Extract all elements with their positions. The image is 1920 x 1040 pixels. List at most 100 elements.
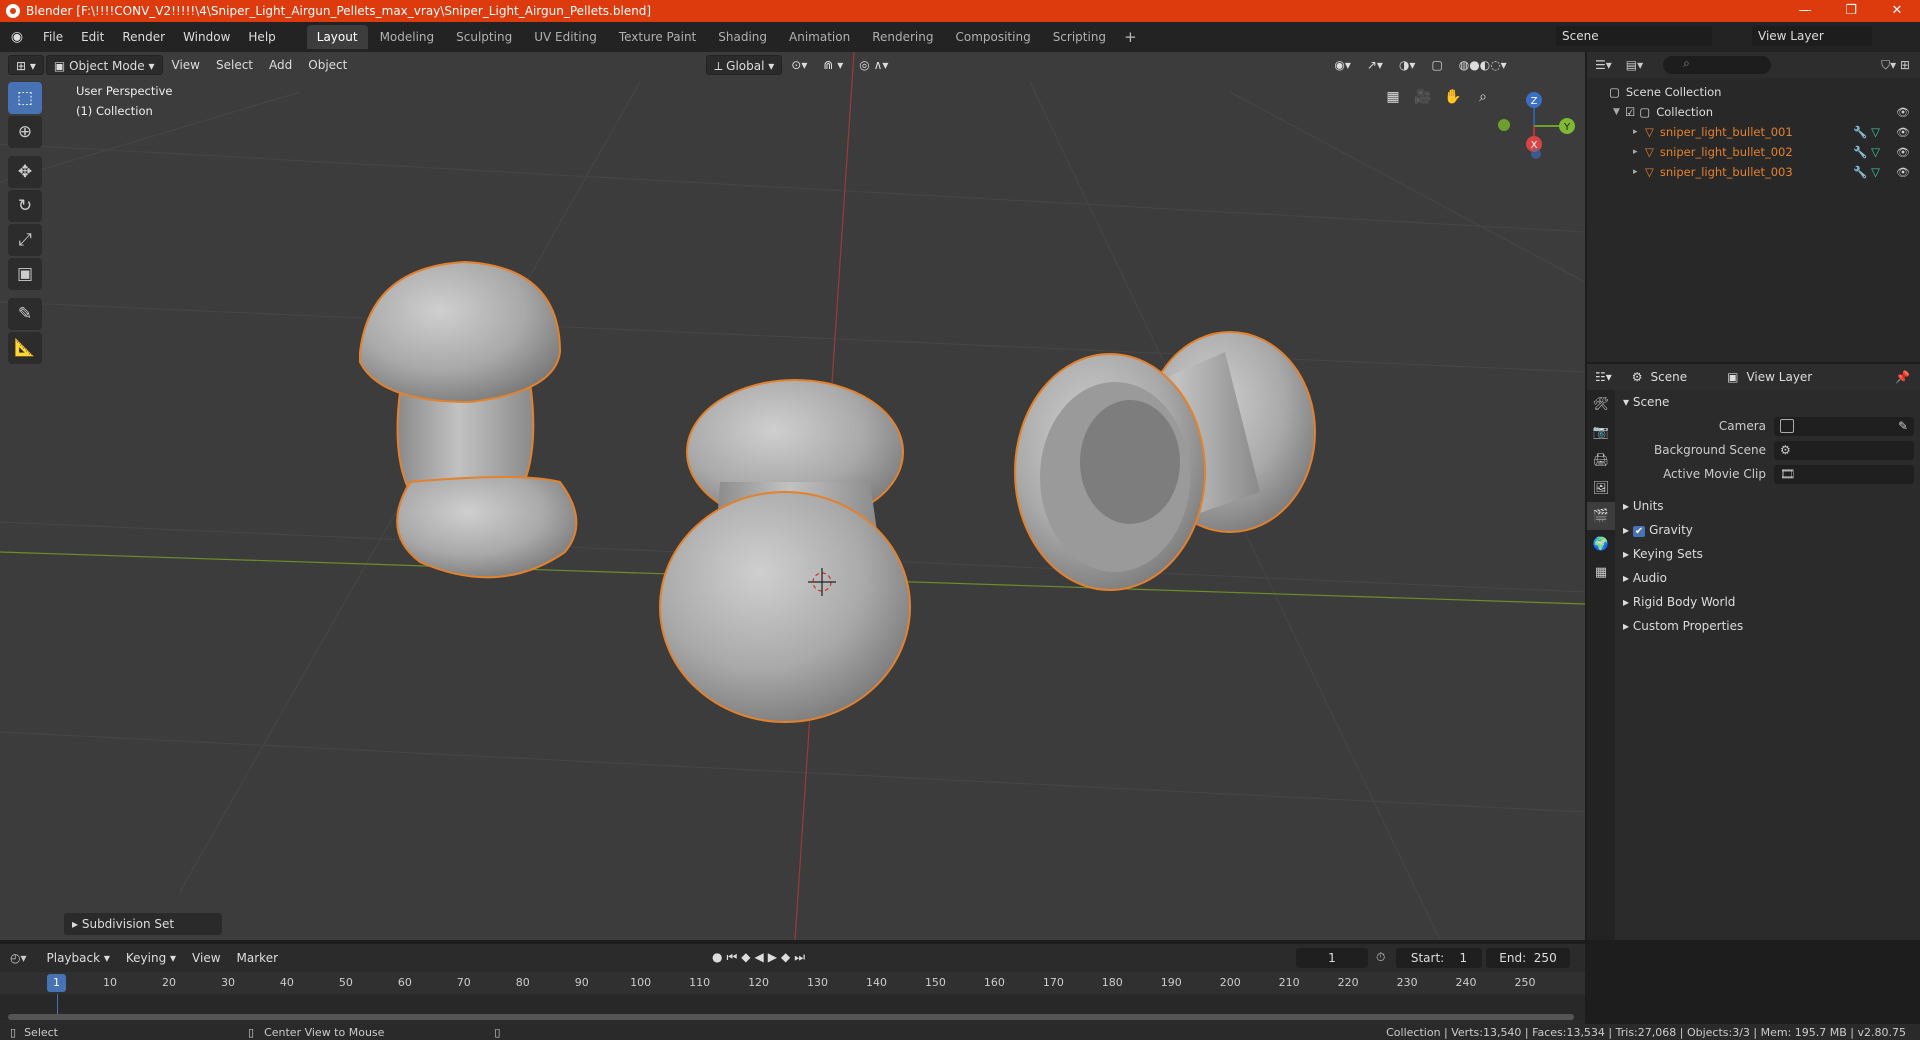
clock-icon[interactable]: ⏱ (1376, 950, 1385, 965)
menu-marker[interactable]: Marker (229, 951, 286, 965)
modifier-wrench-icon[interactable]: 🔧 ▽ (1853, 125, 1880, 139)
tab-scripting[interactable]: Scripting (1043, 25, 1116, 49)
tab-rendering[interactable]: Rendering (862, 25, 943, 49)
tab-layout[interactable]: Layout (306, 25, 368, 49)
menu-file[interactable]: File (34, 22, 72, 52)
pellet-object-001[interactable] (359, 260, 578, 579)
tab-modeling[interactable]: Modeling (370, 25, 445, 49)
pellet-object-003[interactable] (1014, 331, 1316, 591)
pellet-object-002[interactable] (659, 379, 911, 723)
tab-uv-editing[interactable]: UV Editing (524, 25, 607, 49)
gizmo-toggle-icon[interactable]: ↗▾ (1360, 55, 1390, 75)
proportional-edit-icon[interactable]: ◎ ∧▾ (852, 55, 895, 75)
scale-tool-icon[interactable]: ⤢ (8, 224, 42, 256)
texture-tab-icon[interactable]: ▦ (1587, 558, 1615, 586)
snap-icon[interactable]: ⋒ ▾ (816, 55, 850, 75)
menu-object[interactable]: Object (301, 55, 354, 75)
render-tab-icon[interactable]: 📷 (1587, 418, 1615, 446)
tab-shading[interactable]: Shading (708, 25, 777, 49)
pan-hand-icon[interactable]: ✋ (1440, 84, 1466, 110)
outliner-object-row[interactable]: ▸ ▽ sniper_light_bullet_003 🔧 ▽ 👁 (1587, 162, 1920, 182)
add-workspace-button[interactable]: + (1116, 28, 1145, 46)
collection-row[interactable]: ▼ ☑ ▢ Collection 👁 (1587, 102, 1920, 122)
shading-modes-icon[interactable]: ◍●◐◌▾ (1452, 55, 1514, 75)
active-movie-clip-input[interactable]: 🎞 (1774, 464, 1914, 484)
gravity-panel[interactable]: ▸ ✔ Gravity (1617, 518, 1920, 542)
close-button[interactable]: ✕ (1874, 0, 1920, 22)
prev-keyframe-icon[interactable]: ◆ (741, 950, 754, 964)
menu-edit[interactable]: Edit (72, 22, 113, 52)
navigation-gizmo[interactable]: Z Y X (1498, 92, 1575, 159)
timeline-editor-icon[interactable]: ◴▾ (10, 951, 27, 965)
units-panel[interactable]: ▸ Units (1617, 494, 1920, 518)
pivot-icon[interactable]: ⊙▾ (784, 55, 814, 75)
jump-end-icon[interactable]: ⏭ (794, 950, 809, 964)
frame-ruler[interactable]: 1 10 20 30 40 50 60 70 80 90 100 110 120 130 140 150 16… (0, 972, 1585, 994)
toggle-camera-grid-icon[interactable]: ▦ (1380, 84, 1406, 110)
expand-chevron-icon[interactable]: ▸ (1633, 167, 1645, 177)
tool-tab-icon[interactable]: 🛠 (1587, 390, 1615, 418)
modifier-wrench-icon[interactable]: 🔧 ▽ (1853, 145, 1880, 159)
camera-view-icon[interactable]: 🎥 (1410, 84, 1436, 110)
expand-chevron-icon[interactable]: ▸ (1633, 147, 1645, 157)
eyedropper-icon[interactable]: ✎ (1898, 419, 1908, 433)
pin-icon[interactable]: 📌 (1895, 370, 1910, 384)
properties-editor-icon[interactable]: ☷▾ (1595, 370, 1612, 384)
modifier-wrench-icon[interactable]: 🔧 ▽ (1853, 165, 1880, 179)
eye-icon[interactable]: 👁 (1896, 166, 1910, 179)
expand-chevron-icon[interactable]: ▸ (1633, 127, 1645, 137)
rigid-body-world-panel[interactable]: ▸ Rigid Body World (1617, 590, 1920, 614)
zoom-icon[interactable]: ⌕ (1470, 84, 1496, 110)
scene-tab-icon[interactable]: 🎬 (1587, 502, 1615, 530)
expand-chevron-icon[interactable]: ▼ (1613, 107, 1625, 117)
background-scene-input[interactable]: ⚙ (1774, 440, 1914, 460)
scene-selector[interactable]: Scene (1556, 26, 1712, 46)
annotate-tool-icon[interactable]: ✎ (8, 298, 42, 330)
editor-type-button[interactable]: ⊞ ▾ (8, 55, 44, 75)
view-layer-tab-icon[interactable]: 🖼 (1587, 474, 1615, 502)
scene-tab-label[interactable]: Scene (1651, 370, 1688, 384)
menu-help[interactable]: Help (239, 22, 284, 52)
3d-viewport[interactable]: Z Y X ⊞ ▾ ▣ Object Mode ▾ View Select Ad… (0, 52, 1585, 940)
minimize-button[interactable]: — (1782, 0, 1828, 22)
tab-sculpting[interactable]: Sculpting (446, 25, 522, 49)
outliner-search-input[interactable]: ⌕ (1663, 56, 1772, 74)
maximize-button[interactable]: ❐ (1828, 0, 1874, 22)
select-box-tool-icon[interactable]: ⬚ (8, 82, 42, 114)
jump-start-icon[interactable]: ⏮ (726, 950, 741, 964)
tab-animation[interactable]: Animation (779, 25, 860, 49)
transform-tool-icon[interactable]: ▣ (8, 258, 42, 290)
tab-compositing[interactable]: Compositing (945, 25, 1040, 49)
world-tab-icon[interactable]: 🌍 (1587, 530, 1615, 558)
menu-window[interactable]: Window (174, 22, 239, 52)
timeline-scrollbar[interactable] (8, 1014, 1574, 1020)
keying-sets-panel[interactable]: ▸ Keying Sets (1617, 542, 1920, 566)
start-frame-input[interactable]: Start: 1 (1396, 948, 1482, 968)
menu-render[interactable]: Render (113, 22, 174, 52)
measure-tool-icon[interactable]: 📐 (8, 332, 42, 364)
menu-select[interactable]: Select (209, 55, 260, 75)
menu-timeline-view[interactable]: View (184, 951, 228, 965)
overlay-toggle-icon[interactable]: ◑▾ (1392, 55, 1423, 75)
play-reverse-icon[interactable]: ◀ (755, 950, 768, 964)
eye-icon[interactable]: 👁 (1896, 146, 1910, 159)
menu-keying[interactable]: Keying ▾ (118, 951, 184, 965)
outliner-object-row[interactable]: ▸ ▽ sniper_light_bullet_002 🔧 ▽ 👁 (1587, 142, 1920, 162)
scene-section-header[interactable]: ▾ Scene (1617, 390, 1920, 414)
blender-menu-icon[interactable]: ◉ (8, 28, 26, 46)
mode-selector[interactable]: ▣ Object Mode ▾ (45, 55, 163, 75)
menu-playback[interactable]: Playback ▾ (39, 951, 118, 965)
filter-icon[interactable]: ⛉▾ ⊞ (1881, 58, 1910, 73)
record-icon[interactable]: ● (712, 950, 726, 964)
cursor-tool-icon[interactable]: ⊕ (8, 116, 42, 148)
rotate-tool-icon[interactable]: ↻ (8, 190, 42, 222)
current-frame-input[interactable]: 1 (1296, 948, 1368, 968)
visibility-icon[interactable]: ◉▾ (1327, 55, 1358, 75)
camera-input[interactable]: ✎ (1774, 416, 1914, 436)
menu-add[interactable]: Add (262, 55, 299, 75)
outliner-editor-icon[interactable]: ☰▾ (1595, 58, 1612, 72)
checkbox-icon[interactable]: ☑ (1625, 105, 1635, 119)
scene-collection-row[interactable]: ▢ Scene Collection (1587, 82, 1920, 102)
outliner-object-row[interactable]: ▸ ▽ sniper_light_bullet_001 🔧 ▽ 👁 (1587, 122, 1920, 142)
end-frame-input[interactable]: End: 250 (1486, 948, 1570, 968)
